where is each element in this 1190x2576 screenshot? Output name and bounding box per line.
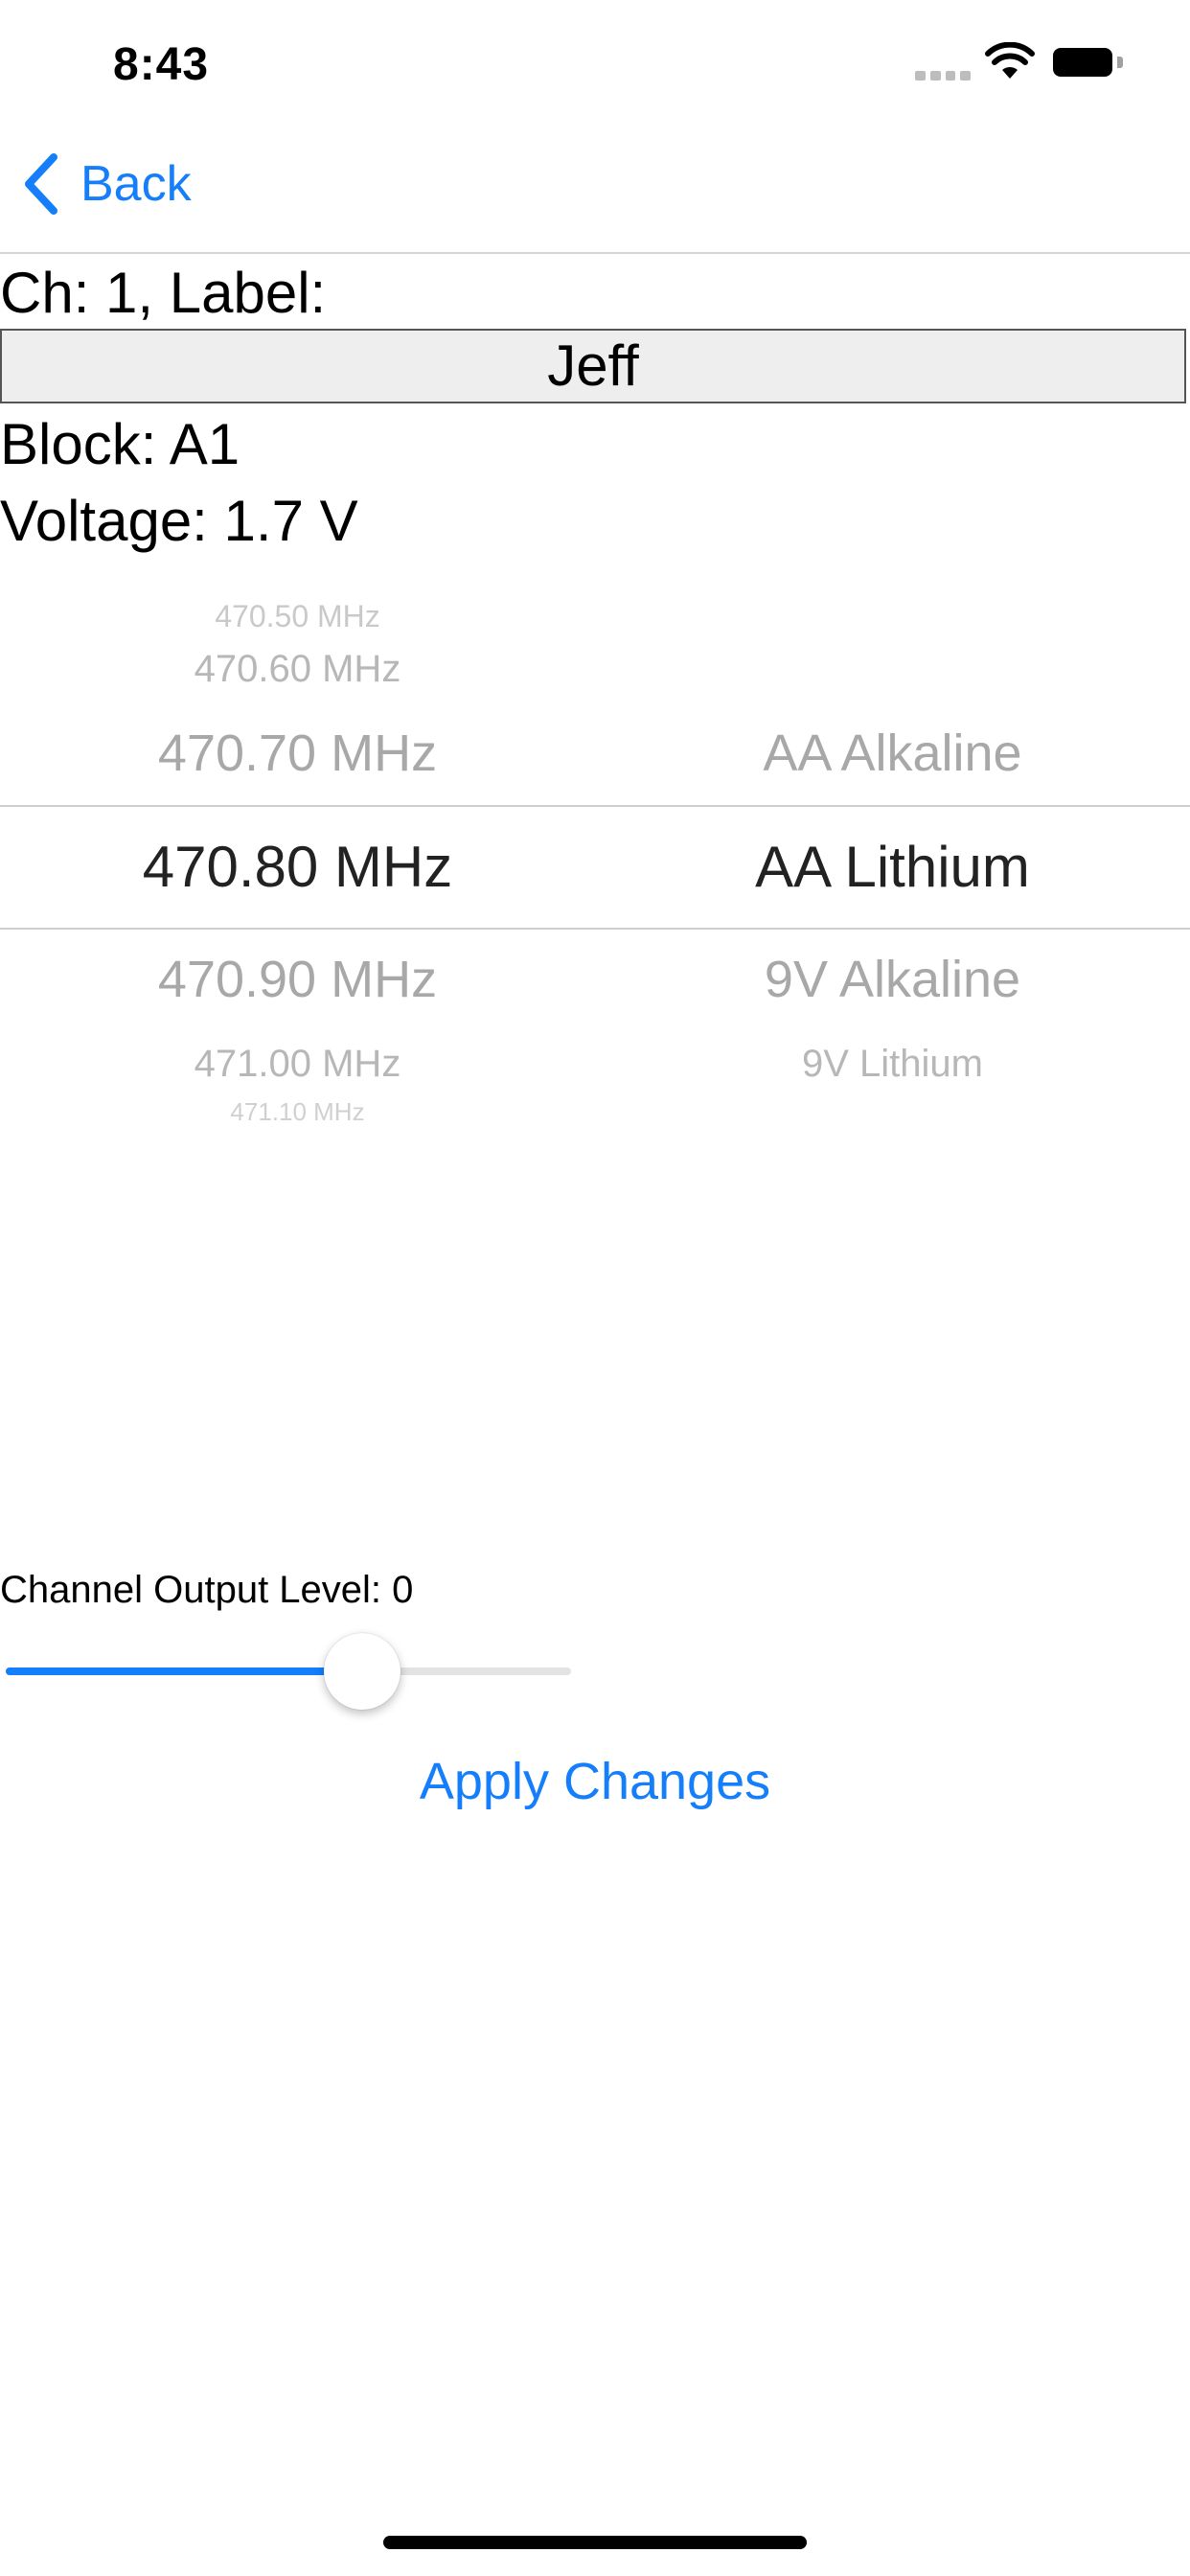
- nav-divider: [0, 252, 1190, 254]
- back-button[interactable]: Back: [23, 153, 192, 215]
- frequency-selected[interactable]: 470.80 MHz: [0, 830, 595, 905]
- battery-selected[interactable]: AA Lithium: [595, 830, 1190, 905]
- frequency-option[interactable]: 471.00 MHz: [0, 1040, 595, 1088]
- apply-changes-button[interactable]: Apply Changes: [0, 1752, 1190, 1811]
- cellular-signal-icon: [915, 71, 971, 80]
- frequency-option[interactable]: 470.70 MHz: [0, 721, 595, 786]
- slider-fill: [6, 1668, 362, 1675]
- status-time: 8:43: [113, 39, 210, 90]
- slider-thumb[interactable]: [323, 1633, 400, 1710]
- output-level-label: Channel Output Level: 0: [0, 1569, 414, 1611]
- channel-header: Ch: 1, Label:: [0, 261, 327, 325]
- battery-cap: [1117, 57, 1123, 68]
- frequency-option[interactable]: 470.60 MHz: [0, 645, 595, 693]
- wifi-icon: [985, 42, 1035, 79]
- frequency-option[interactable]: 470.90 MHz: [0, 947, 595, 1012]
- output-level-slider[interactable]: [6, 1633, 571, 1710]
- frequency-option[interactable]: 470.50 MHz: [0, 604, 595, 629]
- battery-option[interactable]: 9V Alkaline: [595, 947, 1190, 1012]
- battery-option[interactable]: 9V Lithium: [595, 1040, 1190, 1088]
- label-field[interactable]: Jeff: [0, 329, 1186, 403]
- chevron-left-icon: [25, 153, 57, 215]
- back-label: Back: [80, 156, 192, 212]
- home-indicator: [383, 2536, 807, 2549]
- battery-option[interactable]: AA Alkaline: [595, 721, 1190, 786]
- frequency-option[interactable]: 471.10 MHz: [0, 1102, 595, 1121]
- block-text: Block: A1: [0, 412, 240, 476]
- frequency-battery-picker[interactable]: 470.50 MHz 470.60 MHz 470.70 MHz AA Alka…: [0, 604, 1190, 1121]
- battery-icon: [1053, 48, 1112, 77]
- voltage-text: Voltage: 1.7 V: [0, 489, 358, 553]
